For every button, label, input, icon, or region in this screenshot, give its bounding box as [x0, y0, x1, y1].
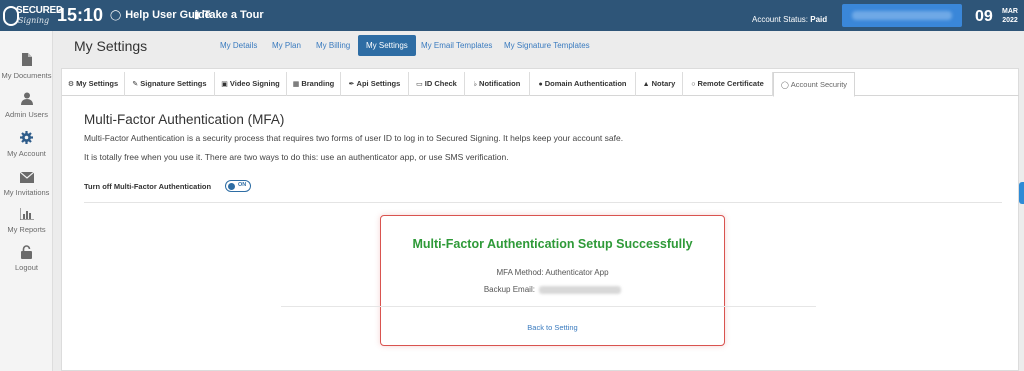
tab-label: Signature Settings: [140, 79, 207, 88]
tab-api-settings[interactable]: ✒ Api Settings: [341, 72, 409, 96]
toggle-state: ON: [238, 182, 247, 188]
tab-my-email-templates[interactable]: My Email Templates: [421, 41, 492, 50]
date-month: MAR: [1002, 8, 1018, 15]
logo-text: SECURED: [16, 5, 63, 16]
bell-icon: ♭: [473, 81, 478, 88]
tab-id-check[interactable]: ▭ ID Check: [409, 72, 465, 96]
settings-header: My Settings My Details My Plan My Billin…: [53, 31, 1024, 60]
backup-email-label: Backup Email:: [483, 285, 535, 294]
divider: [84, 202, 1002, 203]
gear-icon: ⚙: [67, 81, 75, 88]
tab-notary[interactable]: ▲ Notary: [636, 72, 683, 96]
mfa-toggle-switch[interactable]: ON: [225, 180, 251, 192]
date-month-year: MAR 2022: [1002, 7, 1018, 25]
user-icon: [0, 92, 53, 106]
tab-account-security[interactable]: ◯ Account Security: [773, 72, 855, 97]
tab-my-details[interactable]: My Details: [220, 41, 257, 50]
lightbulb-icon: ◯: [110, 10, 122, 21]
settings-tabs: ⚙ My Settings ✎ Signature Settings ▣ Video …: [62, 72, 1019, 97]
gear-icon: [0, 131, 53, 145]
tab-label: Account Security: [790, 80, 848, 89]
document-icon: [0, 53, 53, 67]
tab-remote-certificate[interactable]: ○ Remote Certificate: [683, 72, 773, 96]
user-menu-button[interactable]: [842, 4, 962, 27]
wrench-icon: ✒: [348, 81, 355, 88]
tab-label: Branding: [301, 79, 335, 88]
tab-label: Remote Certificate: [697, 79, 764, 88]
sidebar-item-label: My Reports: [7, 225, 46, 234]
secured-signing-logo[interactable]: SECURED Signing: [3, 4, 63, 28]
tab-label: ID Check: [424, 79, 457, 88]
account-status-label: Account Status:: [752, 15, 809, 24]
tab-branding[interactable]: ▦ Branding: [287, 72, 341, 96]
mfa-description: Multi-Factor Authentication is a securit…: [84, 133, 624, 143]
tab-my-signature-templates[interactable]: My Signature Templates: [504, 41, 590, 50]
tab-my-billing[interactable]: My Billing: [316, 41, 350, 50]
sidebar-item-my-documents[interactable]: My Documents: [0, 49, 53, 87]
tab-video-signing[interactable]: ▣ Video Signing: [215, 72, 287, 96]
sidebar-item-admin-users[interactable]: Admin Users: [0, 88, 53, 126]
envelope-icon: [0, 170, 53, 184]
mfa-title: Multi-Factor Authentication (MFA): [84, 112, 285, 127]
id-card-icon: ▭: [416, 81, 423, 88]
tab-settings-my-settings[interactable]: ⚙ My Settings: [62, 72, 125, 96]
top-bar: SECURED Signing 15:10 ◯ Help User Guide ▮…: [0, 0, 1024, 31]
sidebar-item-label: My Account: [7, 149, 46, 158]
tab-notification[interactable]: ♭ Notification: [465, 72, 530, 96]
shield-icon: ◯: [780, 82, 789, 89]
mfa-toggle-label: Turn off Multi-Factor Authentication: [84, 182, 212, 191]
sidebar-item-label: My Invitations: [3, 188, 50, 197]
sidebar-item-my-account[interactable]: My Account: [0, 127, 53, 165]
tab-label: Api Settings: [356, 79, 401, 88]
bar-chart-icon: [0, 207, 53, 221]
mfa-description-free: It is totally free when you use it. Ther…: [84, 152, 509, 162]
globe-icon: ●: [538, 81, 543, 88]
clock: 15:10: [57, 5, 104, 25]
video-icon: ▣: [221, 81, 228, 88]
mfa-method: MFA Method: Authenticator App: [381, 268, 724, 277]
feedback-tab-handle[interactable]: [1019, 182, 1024, 204]
settings-panel: ⚙ My Settings ✎ Signature Settings ▣ Video …: [61, 68, 1019, 371]
tab-label: Notary: [651, 79, 676, 88]
sidebar-item-label: Logout: [15, 263, 38, 272]
tab-domain-authentication[interactable]: ● Domain Authentication: [530, 72, 636, 96]
tab-my-settings[interactable]: My Settings: [358, 35, 416, 56]
page-title: My Settings: [74, 38, 148, 54]
back-to-setting-link[interactable]: Back to Setting: [381, 323, 724, 332]
account-status-value: Paid: [810, 15, 828, 24]
date-year: 2022: [1002, 17, 1018, 24]
sidebar-item-my-reports[interactable]: My Reports: [0, 203, 53, 241]
pen-icon: ✎: [132, 81, 139, 88]
date-day: 09: [975, 8, 993, 25]
sidebar-item-label: My Documents: [1, 71, 52, 80]
backup-email: Backup Email:: [381, 285, 724, 294]
sidebar-item-my-invitations[interactable]: My Invitations: [0, 166, 53, 204]
sidebar-item-logout[interactable]: Logout: [0, 241, 53, 279]
card-divider: [281, 306, 816, 307]
stamp-icon: ▲: [642, 81, 650, 88]
tab-label: Video Signing: [229, 79, 280, 88]
certificate-icon: ○: [691, 81, 696, 88]
book-icon: ▮: [194, 10, 200, 21]
mfa-method-value: Authenticator App: [545, 268, 609, 277]
tab-signature-settings[interactable]: ✎ Signature Settings: [125, 72, 215, 96]
tour-link-label: Take a Tour: [203, 9, 264, 21]
mfa-success-card: Multi-Factor Authentication Setup Succes…: [281, 215, 816, 346]
lock-icon: [0, 245, 53, 259]
success-title: Multi-Factor Authentication Setup Succes…: [412, 237, 693, 251]
mfa-method-label: MFA Method:: [496, 268, 544, 277]
sidebar-item-label: Admin Users: [5, 110, 48, 119]
tab-label: Domain Authentication: [544, 79, 627, 88]
account-status: Account Status: Paid: [752, 15, 827, 24]
backup-email-redacted: [539, 285, 622, 294]
take-a-tour-link[interactable]: ▮ Take a Tour: [194, 9, 264, 21]
tab-label: My Settings: [76, 79, 119, 88]
sidebar: My Documents Admin Users My Account My I…: [0, 31, 53, 371]
grid-icon: ▦: [292, 81, 300, 88]
logo-script: Signing: [18, 16, 50, 25]
tab-my-plan[interactable]: My Plan: [272, 41, 301, 50]
tab-label: Notification: [479, 79, 521, 88]
toggle-knob: [228, 182, 235, 190]
